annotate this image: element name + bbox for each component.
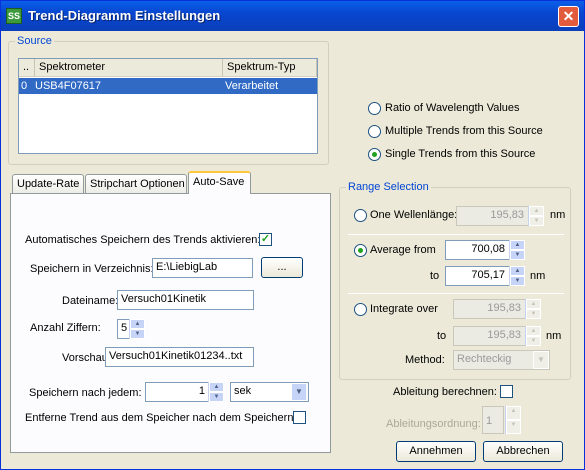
spin-down-icon[interactable]: ▼ — [526, 309, 541, 319]
spin-up-icon[interactable]: ▲ — [526, 326, 541, 336]
dir-label: Speichern in Verzeichnis: — [30, 263, 154, 275]
row-spektrum-typ: Verarbeitet — [225, 80, 279, 92]
remove-label: Entferne Trend aus dem Speicher nach dem… — [25, 412, 297, 424]
every-spinner[interactable]: ▲ ▼ — [208, 382, 224, 402]
spin-down-icon[interactable]: ▼ — [506, 420, 521, 434]
spin-down-icon[interactable]: ▼ — [510, 250, 525, 260]
integrate-unit: nm — [546, 330, 562, 342]
spin-down-icon[interactable]: ▼ — [526, 336, 541, 346]
preview-label: Vorschau: — [62, 352, 111, 364]
app-icon: SS — [6, 8, 22, 24]
one-wavelength-spinner[interactable]: ▲ ▼ — [528, 206, 544, 226]
derivative-order-input[interactable]: 1 — [482, 406, 504, 434]
one-wavelength-unit: nm — [550, 209, 566, 221]
range-group-label: Range Selection — [346, 181, 431, 193]
one-wavelength-label: One Wellenlänge: — [370, 209, 458, 221]
derivative-order-label: Ableitungsordnung: — [386, 418, 481, 430]
radio-multiple-label: Multiple Trends from this Source — [385, 125, 543, 137]
radio-multiple[interactable] — [368, 125, 381, 138]
spin-down-icon[interactable]: ▼ — [130, 329, 145, 339]
integrate-to-label: to — [437, 330, 447, 342]
spin-up-icon[interactable]: ▲ — [529, 206, 544, 216]
spin-down-icon[interactable]: ▼ — [510, 276, 525, 286]
spin-up-icon[interactable]: ▲ — [526, 299, 541, 309]
cancel-button[interactable]: Abbrechen — [483, 441, 563, 462]
spin-up-icon[interactable]: ▲ — [209, 382, 224, 392]
radio-single-label: Single Trends from this Source — [385, 148, 536, 160]
digits-spinner[interactable]: ▲ ▼ — [129, 319, 145, 339]
digits-label: Anzahl Ziffern: — [30, 322, 101, 334]
range-group: Range Selection One Wellenlänge: 195,83 … — [339, 181, 571, 380]
spin-up-icon[interactable]: ▲ — [510, 240, 525, 250]
column-header-spektrum-typ[interactable]: Spektrum-Typ — [223, 59, 317, 77]
radio-one-wavelength[interactable] — [354, 209, 367, 222]
spin-down-icon[interactable]: ▼ — [209, 392, 224, 402]
tab-stripchart[interactable]: Stripchart Optionen — [85, 174, 187, 194]
autosave-enable-label: Automatisches Speichern des Trends aktiv… — [25, 234, 261, 246]
auto-save-panel: Automatisches Speichern des Trends aktiv… — [10, 193, 331, 453]
close-button[interactable]: ✕ — [558, 6, 579, 27]
spin-up-icon[interactable]: ▲ — [130, 319, 145, 329]
dir-input[interactable]: E:\LiebigLab — [152, 258, 253, 278]
average-to-label: to — [430, 270, 440, 282]
filename-input[interactable]: Versuch01Kinetik — [117, 290, 254, 310]
integrate-from-spinner[interactable]: ▲ ▼ — [525, 299, 541, 319]
radio-ratio[interactable] — [368, 102, 381, 115]
average-unit: nm — [530, 270, 546, 282]
radio-ratio-label: Ratio of Wavelength Values — [385, 102, 520, 114]
method-label: Method: — [405, 354, 445, 366]
radio-average[interactable] — [354, 244, 367, 257]
every-label: Speichern nach jedem: — [29, 387, 142, 399]
accept-button[interactable]: Annehmen — [396, 441, 476, 462]
row-spektrometer: USB4F07617 — [35, 80, 102, 92]
column-header-spektrometer[interactable]: Spektrometer — [35, 59, 223, 77]
filename-label: Dateiname: — [62, 295, 119, 307]
remove-checkbox[interactable] — [293, 411, 306, 424]
spin-up-icon[interactable]: ▲ — [510, 266, 525, 276]
autosave-enable-checkbox[interactable]: ✓ — [259, 233, 272, 246]
chevron-down-icon[interactable]: ▼ — [533, 351, 549, 369]
tab-auto-save[interactable]: Auto-Save — [188, 171, 251, 194]
browse-button[interactable]: ... — [261, 257, 303, 278]
preview-field: Versuch01Kinetik01234..txt — [105, 347, 254, 367]
divider — [348, 234, 564, 235]
source-group-label: Source — [15, 35, 54, 47]
radio-integrate[interactable] — [354, 303, 367, 316]
average-to-spinner[interactable]: ▲ ▼ — [509, 266, 525, 286]
spin-down-icon[interactable]: ▼ — [529, 216, 544, 226]
spin-up-icon[interactable]: ▲ — [506, 406, 521, 420]
divider — [348, 293, 564, 294]
derivative-label: Ableitung berechnen: — [393, 386, 497, 398]
window-title: Trend-Diagramm Einstellungen — [28, 8, 221, 23]
integrate-label: Integrate over — [370, 303, 438, 315]
source-group: Source .. Spektrometer Spektrum-Typ 0 US… — [8, 35, 329, 165]
table-row[interactable]: 0 USB4F07617 Verarbeitet — [19, 78, 317, 94]
chevron-down-icon[interactable]: ▼ — [291, 383, 307, 401]
average-label: Average from — [370, 244, 436, 256]
column-header-index[interactable]: .. — [19, 59, 35, 77]
tab-update-rate[interactable]: Update-Rate — [12, 174, 84, 194]
derivative-checkbox[interactable] — [500, 385, 513, 398]
title-bar[interactable]: SS Trend-Diagramm Einstellungen ✕ — [1, 1, 584, 31]
radio-single[interactable] — [368, 148, 381, 161]
derivative-order-spinner[interactable]: ▲ ▼ — [505, 406, 521, 434]
source-list[interactable]: .. Spektrometer Spektrum-Typ 0 USB4F0761… — [18, 58, 318, 154]
average-from-spinner[interactable]: ▲ ▼ — [509, 240, 525, 260]
row-index: 0 — [21, 80, 28, 92]
integrate-to-spinner[interactable]: ▲ ▼ — [525, 326, 541, 346]
dialog-window: SS Trend-Diagramm Einstellungen ✕ Source… — [0, 0, 585, 470]
